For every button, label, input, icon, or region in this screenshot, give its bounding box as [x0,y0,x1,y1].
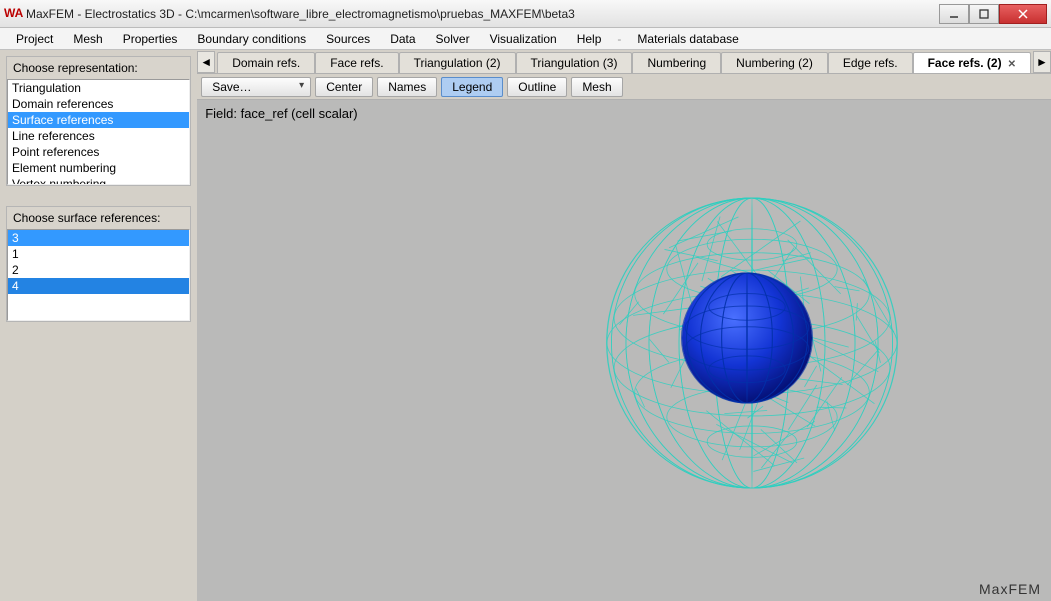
brand-watermark: MaxFEM [979,581,1041,597]
surf-item-1[interactable]: 1 [8,246,189,262]
maximize-button[interactable] [969,4,999,24]
menu-project[interactable]: Project [6,30,63,48]
tab-scroll-left[interactable]: ◄ [197,51,215,73]
names-button[interactable]: Names [377,77,437,97]
menu-properties[interactable]: Properties [113,30,188,48]
repr-item-line-refs[interactable]: Line references [8,128,189,144]
repr-item-domain-refs[interactable]: Domain references [8,96,189,112]
tab-face-refs-2-label: Face refs. (2) [928,56,1002,70]
tab-triangulation-2[interactable]: Triangulation (2) [399,52,516,73]
field-label: Field: face_ref (cell scalar) [205,106,357,121]
repr-item-point-refs[interactable]: Point references [8,144,189,160]
menu-visualization[interactable]: Visualization [480,30,567,48]
viewport-toolbar: Save… Center Names Legend Outline Mesh [197,74,1051,100]
tab-edge-refs[interactable]: Edge refs. [828,52,913,73]
surf-item-4[interactable]: 4 [8,278,189,294]
center-button[interactable]: Center [315,77,373,97]
tab-face-refs[interactable]: Face refs. [315,52,398,73]
repr-item-triangulation[interactable]: Triangulation [8,80,189,96]
menu-mesh[interactable]: Mesh [63,30,112,48]
tab-domain-refs[interactable]: Domain refs. [217,52,315,73]
menu-sources[interactable]: Sources [316,30,380,48]
tab-strip: ◄ Domain refs. Face refs. Triangulation … [197,50,1051,74]
repr-item-vert-numbering[interactable]: Vertex numbering [8,176,189,185]
outline-button[interactable]: Outline [507,77,567,97]
representation-group: Choose representation: Triangulation Dom… [6,56,191,186]
repr-item-surface-refs[interactable]: Surface references [8,112,189,128]
right-panel: ◄ Domain refs. Face refs. Triangulation … [197,50,1051,601]
representation-label: Choose representation: [7,57,190,79]
mesh-button[interactable]: Mesh [571,77,622,97]
surf-item-3[interactable]: 3 [8,230,189,246]
workspace: Choose representation: Triangulation Dom… [0,50,1051,601]
tab-close-icon[interactable]: ✕ [1008,59,1016,70]
tab-face-refs-2[interactable]: Face refs. (2) ✕ [913,52,1031,73]
mesh-visualization [592,183,912,506]
surf-item-2[interactable]: 2 [8,262,189,278]
menu-materials-database[interactable]: Materials database [627,30,748,48]
tab-scroll-right[interactable]: ► [1033,51,1051,73]
menu-help[interactable]: Help [567,30,612,48]
tabs: Domain refs. Face refs. Triangulation (2… [217,52,1031,73]
tab-triangulation-3[interactable]: Triangulation (3) [516,52,633,73]
repr-item-elem-numbering[interactable]: Element numbering [8,160,189,176]
minimize-button[interactable] [939,4,969,24]
menu-boundary[interactable]: Boundary conditions [187,30,316,48]
menu-separator: - [611,30,627,48]
menu-solver[interactable]: Solver [426,30,480,48]
left-panel: Choose representation: Triangulation Dom… [0,50,197,601]
window-controls [939,4,1047,24]
menu-data[interactable]: Data [380,30,425,48]
window-titlebar: WA MaxFEM - Electrostatics 3D - C:\mcarm… [0,0,1051,28]
tab-numbering[interactable]: Numbering [632,52,721,73]
surface-refs-listbox[interactable]: 3 1 2 4 [7,229,190,321]
surface-refs-label: Choose surface references: [7,207,190,229]
menu-bar: Project Mesh Properties Boundary conditi… [0,28,1051,50]
save-dropdown[interactable]: Save… [201,77,311,97]
tab-numbering-2[interactable]: Numbering (2) [721,52,828,73]
legend-button[interactable]: Legend [441,77,503,97]
surface-refs-group: Choose surface references: 3 1 2 4 [6,206,191,322]
close-button[interactable] [999,4,1047,24]
representation-listbox[interactable]: Triangulation Domain references Surface … [7,79,190,185]
viewport-3d[interactable]: Field: face_ref (cell scalar) MaxFEM [197,100,1051,601]
window-title: MaxFEM - Electrostatics 3D - C:\mcarmen\… [26,7,939,21]
app-icon: WA [4,6,20,22]
